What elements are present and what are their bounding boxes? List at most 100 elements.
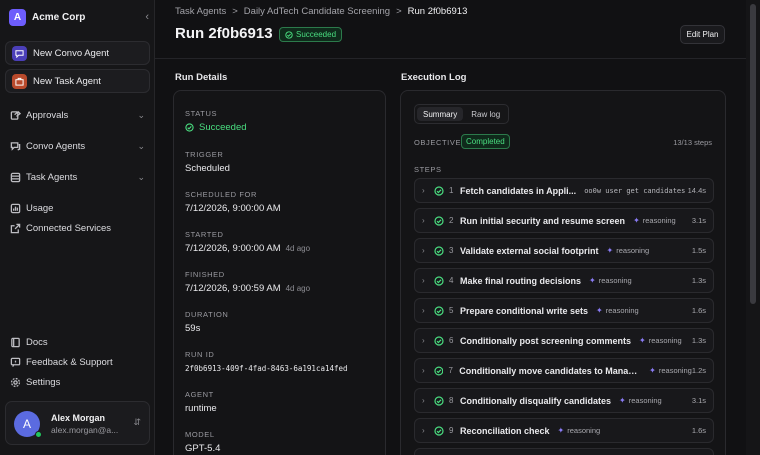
updown-icon: ⇵ <box>133 417 141 427</box>
step-number: 9 <box>449 426 454 435</box>
trigger-value: Scheduled <box>185 163 230 174</box>
sidebar-item-label: Task Agents <box>26 171 78 183</box>
step-tag: ✦ reasoning <box>589 276 632 285</box>
finished-relative: 4d ago <box>285 284 311 293</box>
book-icon <box>11 337 20 347</box>
sidebar-item-feedback[interactable]: Feedback & Support <box>10 354 145 370</box>
sidebar-item-label: Approvals <box>26 109 69 121</box>
step-row[interactable]: › 5 Prepare conditional write sets ✦ reasoni… <box>414 298 714 323</box>
approvals-icon <box>10 110 21 120</box>
org-logo: A <box>9 8 26 26</box>
user-menu[interactable]: A Alex Morgan alex.morgan@a... ⇵ <box>5 401 150 445</box>
step-row[interactable]: › 8 Conditionally disqualify candidates ✦ re… <box>414 388 714 413</box>
scrollbar-thumb[interactable] <box>750 4 756 304</box>
main-scrollbar[interactable] <box>746 0 760 455</box>
check-circle-icon <box>285 30 293 39</box>
tab-summary[interactable]: Summary <box>417 107 464 121</box>
header-divider <box>155 58 760 59</box>
status-label: STATUS <box>185 109 218 118</box>
step-name: Reconciliation check <box>460 425 550 436</box>
breadcrumb-task-agents[interactable]: Task Agents <box>175 6 226 17</box>
step-row[interactable]: › 1 Fetch candidates in Appli... oo0w user … <box>414 178 714 203</box>
step-tag-label: reasoning <box>628 396 662 405</box>
chevron-right-icon[interactable]: › <box>422 186 432 195</box>
sidebar-item-settings[interactable]: Settings <box>10 374 145 390</box>
step-name: Fetch candidates in Appli... <box>460 185 577 196</box>
sparkle-icon: ✦ <box>589 276 596 285</box>
chevron-right-icon[interactable]: › <box>422 276 432 285</box>
check-circle-icon <box>434 245 444 256</box>
step-number: 4 <box>449 276 454 285</box>
duration-value: 59s <box>185 323 201 334</box>
sidebar-item-connected-services[interactable]: Connected Services <box>10 220 145 236</box>
objective-status-badge: Completed <box>461 134 510 149</box>
sidebar-item-usage[interactable]: Usage <box>10 200 145 216</box>
chevron-right-icon[interactable]: › <box>422 306 432 315</box>
chevron-right-icon[interactable]: › <box>422 336 432 345</box>
chevron-right-icon[interactable]: › <box>422 216 432 225</box>
sidebar-item-label: Convo Agents <box>26 140 86 152</box>
tab-raw-log[interactable]: Raw log <box>465 107 506 121</box>
org-switcher[interactable]: A Acme Corp ‹ <box>9 8 149 26</box>
step-tag: ✦ reasoning <box>639 336 682 345</box>
step-row[interactable]: ›10Conditionally mark candidates...✦reas… <box>414 448 714 455</box>
new-convo-agent-button[interactable]: New Convo Agent <box>5 41 150 65</box>
sidebar-item-approvals[interactable]: Approvals ⌄ <box>10 107 145 123</box>
run-id-label: RUN ID <box>185 350 215 359</box>
feedback-icon <box>10 357 21 367</box>
status-badge: Succeeded <box>279 27 343 42</box>
step-row[interactable]: › 4 Make final routing decisions ✦ reasoning… <box>414 268 714 293</box>
step-duration: 14.4s <box>687 186 706 195</box>
new-task-agent-button[interactable]: New Task Agent <box>5 69 150 93</box>
chevron-left-icon[interactable]: ‹ <box>145 11 149 23</box>
agent-value: runtime <box>185 403 217 414</box>
step-tag-label: reasoning <box>567 426 601 435</box>
step-row[interactable]: › 9 Reconciliation check ✦ reasoning 1.6s <box>414 418 714 443</box>
chevron-right-icon[interactable]: › <box>422 426 432 435</box>
step-tag: ✦ reasoning <box>596 306 639 315</box>
chevron-right-icon[interactable]: › <box>422 366 432 375</box>
model-value: GPT-5.4 <box>185 443 221 454</box>
sidebar-item-label: Feedback & Support <box>26 356 113 368</box>
breadcrumb-separator: > <box>396 6 402 17</box>
edit-plan-button[interactable]: Edit Plan <box>680 25 725 44</box>
usage-icon <box>10 203 21 213</box>
main-content: Task Agents > Daily AdTech Candidate Scr… <box>155 0 760 455</box>
step-duration: 3.1s <box>691 396 706 405</box>
step-name: Conditionally disqualify candidates <box>460 395 612 406</box>
sidebar-item-convo-agents[interactable]: Convo Agents ⌄ <box>10 138 145 154</box>
sparkle-icon: ✦ <box>557 426 565 435</box>
started-relative: 4d ago <box>285 244 311 253</box>
objective-label: OBJECTIVE <box>414 138 462 147</box>
steps-label: STEPS <box>414 165 442 174</box>
step-duration: 1.2s <box>691 366 707 375</box>
sidebar-item-task-agents[interactable]: Task Agents ⌄ <box>10 169 145 185</box>
sidebar-item-docs[interactable]: Docs <box>10 334 145 350</box>
duration-label: DURATION <box>185 310 229 319</box>
step-tag-label: reasoning <box>648 336 682 345</box>
step-row[interactable]: › 7 Conditionally move candidates to Manag… <box>414 358 714 383</box>
scheduled-value: 7/12/2026, 9:00:00 AM <box>185 203 281 214</box>
step-row[interactable]: › 2 Run initial security and resume screen… <box>414 208 714 233</box>
started-label: STARTED <box>185 230 224 239</box>
step-name: Conditionally post screening comments <box>460 335 632 346</box>
chevron-right-icon[interactable]: › <box>422 396 432 405</box>
status-badge-label: Succeeded <box>296 30 337 39</box>
run-details-panel: STATUS Succeeded TRIGGER Scheduled SCHED… <box>173 90 386 455</box>
step-row[interactable]: › 6 Conditionally post screening comments ✦… <box>414 328 714 353</box>
step-number: 8 <box>449 396 454 405</box>
step-tag-label: reasoning <box>598 276 632 285</box>
execution-log-heading: Execution Log <box>401 72 467 83</box>
step-name: Make final routing decisions <box>460 275 582 286</box>
chevron-right-icon[interactable]: › <box>422 246 432 255</box>
step-row[interactable]: › 3 Validate external social footprint ✦ rea… <box>414 238 714 263</box>
log-view-tabs: Summary Raw log <box>414 104 510 124</box>
finished-time: 7/12/2026, 9:00:59 AM <box>185 283 281 294</box>
sidebar-item-label: Usage <box>26 202 54 214</box>
breadcrumb-agent[interactable]: Daily AdTech Candidate Screening <box>244 6 390 17</box>
started-value: 7/12/2026, 9:00:00 AM 4d ago <box>185 243 310 254</box>
agent-label: AGENT <box>185 390 214 399</box>
sidebar-item-label: Settings <box>26 376 61 388</box>
check-circle-icon <box>434 366 444 375</box>
trigger-label: TRIGGER <box>185 150 224 159</box>
